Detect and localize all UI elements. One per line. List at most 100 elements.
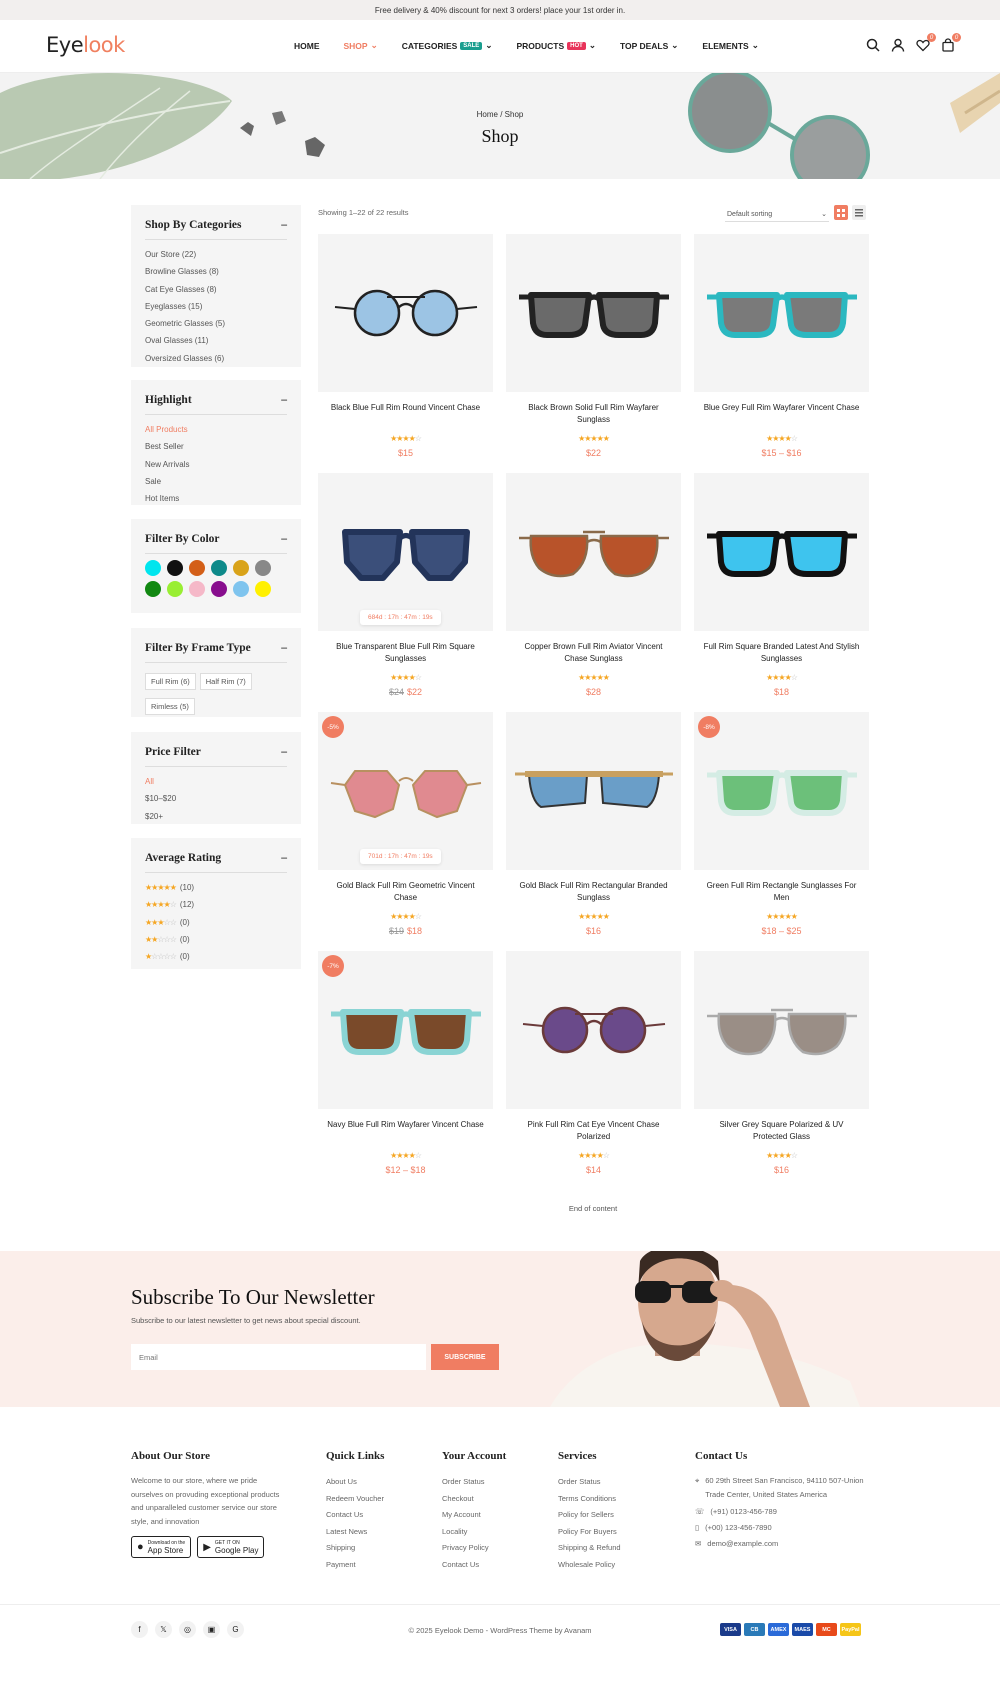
collapse-icon[interactable]: – (281, 746, 287, 758)
filter-item[interactable]: Eyeglasses (15) (145, 298, 287, 315)
nav-item-products[interactable]: PRODUCTS HOT ⌄ (516, 40, 596, 51)
footer-link[interactable]: Locality (442, 1524, 506, 1541)
color-swatch[interactable] (145, 560, 161, 576)
filter-item[interactable]: Our Store (22) (145, 246, 287, 263)
product-card[interactable]: Black Blue Full Rim Round Vincent Chase ★… (318, 234, 493, 458)
rating-filter-item[interactable]: ★★★★★ (10) (145, 879, 287, 896)
footer-link[interactable]: My Account (442, 1507, 506, 1524)
product-name[interactable]: Black Brown Solid Full Rim Wayfarer Sung… (506, 402, 681, 426)
filter-item[interactable]: $10–$20 (145, 790, 287, 807)
rating-filter-item[interactable]: ★★☆☆☆ (0) (145, 931, 287, 948)
search-icon[interactable] (866, 38, 881, 53)
product-image[interactable] (694, 234, 869, 392)
product-name[interactable]: Gold Black Full Rim Geometric Vincent Ch… (318, 880, 493, 904)
product-image[interactable]: -7% (318, 951, 493, 1109)
contact-email[interactable]: demo@example.com (707, 1539, 778, 1548)
product-card[interactable]: Silver Grey Square Polarized & UV Protec… (694, 951, 869, 1175)
product-image[interactable] (694, 473, 869, 631)
footer-link[interactable]: Contact Us (326, 1507, 384, 1524)
footer-link[interactable]: Privacy Policy (442, 1540, 506, 1557)
collapse-icon[interactable]: – (281, 533, 287, 545)
subscribe-button[interactable]: SUBSCRIBE (431, 1344, 499, 1370)
filter-item[interactable]: All Products (145, 421, 287, 438)
footer-link[interactable]: About Us (326, 1474, 384, 1491)
color-swatch[interactable] (211, 560, 227, 576)
filter-item[interactable]: Hot Items (145, 490, 287, 507)
footer-link[interactable]: Wholesale Policy (558, 1557, 621, 1574)
footer-link[interactable]: Terms Conditions (558, 1491, 621, 1508)
filter-item[interactable]: Sale (145, 473, 287, 490)
collapse-icon[interactable]: – (281, 642, 287, 654)
product-name[interactable]: Silver Grey Square Polarized & UV Protec… (694, 1119, 869, 1143)
nav-item-categories[interactable]: CATEGORIES SALE ⌄ (402, 40, 493, 51)
product-image[interactable]: 684d : 17h : 47m : 19s (318, 473, 493, 631)
nav-item-top-deals[interactable]: TOP DEALS ⌄ (620, 40, 678, 51)
google-play-button[interactable]: ▶ GET IT ON Google Play (197, 1536, 265, 1558)
logo[interactable]: Eyelook (46, 33, 125, 57)
product-card[interactable]: Pink Full Rim Cat Eye Vincent Chase Pola… (506, 951, 681, 1175)
nav-item-home[interactable]: HOME (294, 40, 320, 51)
product-image[interactable]: -5% 701d : 17h : 47m : 19s (318, 712, 493, 870)
product-name[interactable]: Navy Blue Full Rim Wayfarer Vincent Chas… (318, 1119, 493, 1143)
product-name[interactable]: Full Rim Square Branded Latest And Styli… (694, 641, 869, 665)
rating-filter-item[interactable]: ★☆☆☆☆ (0) (145, 948, 287, 965)
product-card[interactable]: 684d : 17h : 47m : 19s Blue Transparent B… (318, 473, 493, 697)
footer-link[interactable]: Latest News (326, 1524, 384, 1541)
color-swatch[interactable] (189, 581, 205, 597)
breadcrumb-home[interactable]: Home (477, 110, 498, 119)
color-swatch[interactable] (255, 581, 271, 597)
product-image[interactable]: -8% (694, 712, 869, 870)
product-card[interactable]: -7% Navy Blue Full Rim Wayfarer Vincent C… (318, 951, 493, 1175)
footer-link[interactable]: Order Status (442, 1474, 506, 1491)
color-swatch[interactable] (189, 560, 205, 576)
collapse-icon[interactable]: – (281, 219, 287, 231)
color-swatch[interactable] (233, 560, 249, 576)
footer-link[interactable]: Checkout (442, 1491, 506, 1508)
product-image[interactable] (506, 712, 681, 870)
filter-item[interactable]: Best Seller (145, 438, 287, 455)
color-swatch[interactable] (211, 581, 227, 597)
list-view-button[interactable] (852, 205, 866, 220)
product-card[interactable]: -8% Green Full Rim Rectangle Sunglasses F… (694, 712, 869, 936)
product-image[interactable] (506, 951, 681, 1109)
product-card[interactable]: Copper Brown Full Rim Aviator Vincent Ch… (506, 473, 681, 697)
filter-item[interactable]: $20+ (145, 808, 287, 825)
sort-select[interactable]: Default sorting ⌄ (725, 207, 829, 222)
color-swatch[interactable] (167, 581, 183, 597)
footer-link[interactable]: Policy For Buyers (558, 1524, 621, 1541)
filter-item[interactable]: All (145, 773, 287, 790)
app-store-button[interactable]: ● Download on the App Store (131, 1536, 192, 1558)
product-card[interactable]: Black Brown Solid Full Rim Wayfarer Sung… (506, 234, 681, 458)
newsletter-email-input[interactable] (131, 1344, 426, 1370)
frame-type-tag[interactable]: Half Rim (7) (199, 673, 252, 690)
product-card[interactable]: -5% 701d : 17h : 47m : 19s Gold Black Full… (318, 712, 493, 936)
footer-link[interactable]: Policy for Sellers (558, 1507, 621, 1524)
filter-item[interactable]: Browline Glasses (8) (145, 263, 287, 280)
frame-type-tag[interactable]: Rimless (5) (145, 698, 195, 715)
nav-item-elements[interactable]: ELEMENTS ⌄ (702, 40, 758, 51)
collapse-icon[interactable]: – (281, 852, 287, 864)
footer-link[interactable]: Redeem Voucher (326, 1491, 384, 1508)
product-name[interactable]: Pink Full Rim Cat Eye Vincent Chase Pola… (506, 1119, 681, 1143)
cart-icon[interactable]: 0 (941, 33, 961, 53)
nav-item-shop[interactable]: SHOP ⌄ (344, 40, 378, 51)
product-name[interactable]: Blue Grey Full Rim Wayfarer Vincent Chas… (694, 402, 869, 426)
product-card[interactable]: Blue Grey Full Rim Wayfarer Vincent Chas… (694, 234, 869, 458)
footer-link[interactable]: Shipping & Refund (558, 1540, 621, 1557)
product-name[interactable]: Blue Transparent Blue Full Rim Square Su… (318, 641, 493, 665)
filter-item[interactable]: Geometric Glasses (5) (145, 315, 287, 332)
rating-filter-item[interactable]: ★★★☆☆ (0) (145, 914, 287, 931)
color-swatch[interactable] (145, 581, 161, 597)
wishlist-icon[interactable]: 0 (916, 33, 936, 53)
color-swatch[interactable] (167, 560, 183, 576)
footer-link[interactable]: Contact Us (442, 1557, 506, 1574)
filter-item[interactable]: New Arrivals (145, 456, 287, 473)
grid-view-button[interactable] (834, 205, 848, 220)
collapse-icon[interactable]: – (281, 394, 287, 406)
contact-phone-2[interactable]: (+00) 123-456-7890 (705, 1523, 772, 1532)
product-image[interactable] (318, 234, 493, 392)
color-swatch[interactable] (255, 560, 271, 576)
product-name[interactable]: Green Full Rim Rectangle Sunglasses For … (694, 880, 869, 904)
filter-item[interactable]: Cat Eye Glasses (8) (145, 281, 287, 298)
product-name[interactable]: Black Blue Full Rim Round Vincent Chase (318, 402, 493, 426)
